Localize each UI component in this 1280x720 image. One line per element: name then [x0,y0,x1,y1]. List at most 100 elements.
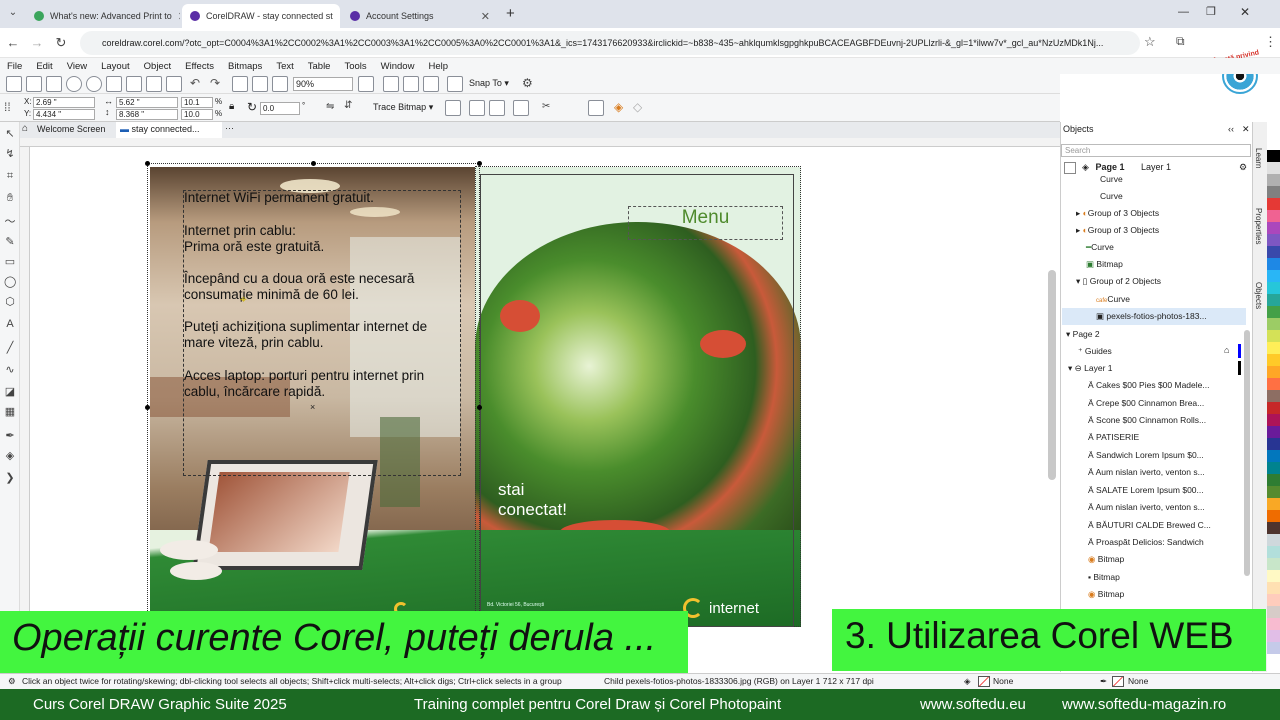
objects-scrollbar[interactable] [1244,330,1250,576]
palette-swatch[interactable] [1267,210,1280,222]
palette-swatch[interactable] [1267,174,1280,186]
palette-swatch[interactable] [1267,150,1280,162]
menu-object[interactable]: Object [137,61,178,72]
docker-tab-learn[interactable]: Learn [1254,148,1263,168]
palette-swatch[interactable] [1267,162,1280,174]
palette-swatch[interactable] [1267,438,1280,450]
palette-swatch[interactable] [1267,402,1280,414]
artistic-media-icon[interactable]: ✎ [4,236,16,248]
extensions-icon[interactable]: ⧉ [1176,34,1185,49]
object-curve[interactable]: ━Curve [1062,239,1246,256]
object-guides[interactable]: ⁺ Guides [1062,343,1246,360]
scrollbar-vertical[interactable] [1048,270,1056,480]
launcher-icon[interactable] [447,76,463,92]
zoom-level-select[interactable]: 90% [293,77,353,91]
layer-1-row[interactable]: ▾ ⊖ Layer 1 [1062,360,1246,377]
more-tabs-icon[interactable]: ··· [225,123,234,133]
rectangle-tool-icon[interactable]: ▭ [4,256,16,268]
palette-swatch[interactable] [1267,618,1280,630]
collapse-arrow-icon[interactable]: ▾ [1076,276,1080,286]
palette-swatch[interactable] [1267,282,1280,294]
edit-bitmap-icon[interactable] [489,100,505,116]
palette-swatch[interactable] [1267,342,1280,354]
palette-swatch[interactable] [1267,258,1280,270]
lock-ratio-icon[interactable]: 🔒︎ [229,101,234,112]
object-curve[interactable]: Curve [1062,171,1246,188]
freehand-tool-icon[interactable]: 〜 [4,216,16,228]
menu-window[interactable]: Window [374,61,422,72]
palette-swatch[interactable] [1267,318,1280,330]
menu-help[interactable]: Help [421,61,455,72]
object-group-3[interactable]: ▸ ◐Group of 3 Objects [1062,222,1246,239]
palette-swatch[interactable] [1267,138,1280,150]
scale-y-field[interactable]: 10.0 [181,109,213,120]
menu-dots-icon[interactable]: ⋮ [1264,34,1277,50]
palette-swatch[interactable] [1267,630,1280,642]
close-icon[interactable]: ✕ [1242,124,1250,135]
url-input[interactable]: coreldraw.corel.com/?otc_opt=C0004%3A1%2… [80,31,1140,55]
palette-swatch[interactable] [1267,606,1280,618]
close-icon[interactable]: ✕ [475,10,490,23]
palette-swatch[interactable] [1267,546,1280,558]
browser-tab-coreldraw[interactable]: CorelDRAW - stay connected st✕ [182,4,340,28]
menu-table[interactable]: Table [301,61,338,72]
expand-arrow-icon[interactable]: ▸ [1076,208,1080,218]
cut-icon[interactable] [126,76,142,92]
palette-swatch[interactable] [1267,414,1280,426]
palette-swatch[interactable] [1267,222,1280,234]
x-position-field[interactable]: 2.69 " [33,97,95,108]
export-icon[interactable] [252,76,268,92]
palette-swatch[interactable] [1267,450,1280,462]
palette-swatch[interactable] [1267,234,1280,246]
palette-swatch[interactable] [1267,378,1280,390]
cloud-upload-icon[interactable] [66,76,82,92]
pick-tool-icon[interactable]: ↖ [4,128,16,140]
object-text[interactable]: Ä PATISERIE [1062,429,1246,446]
object-text[interactable]: Ä Crepe $00 Cinnamon Brea... [1062,395,1246,412]
resample-icon[interactable] [469,100,485,116]
palette-swatch[interactable] [1267,186,1280,198]
palette-swatch[interactable] [1267,462,1280,474]
object-bitmap-pexels[interactable]: ▣ pexels-fotios-photos-183... [1062,308,1246,325]
object-text[interactable]: Ä Aum nislan iverto, venton s... [1062,499,1246,516]
shape-tool-icon[interactable]: ↯ [4,148,16,160]
objects-search-input[interactable]: Search [1061,144,1251,157]
palette-swatch[interactable] [1267,582,1280,594]
view-guides-icon[interactable] [423,76,439,92]
palette-swatch[interactable] [1267,486,1280,498]
reload-icon[interactable]: ↻ [52,34,70,52]
redo-icon[interactable]: ↷ [210,76,220,90]
save-icon[interactable] [46,76,62,92]
collapse-icon[interactable]: ‹‹ [1228,124,1234,134]
docker-tab-properties[interactable]: Properties [1254,208,1263,244]
palette-swatch[interactable] [1267,522,1280,534]
window-close-button[interactable]: ✕ [1240,5,1250,19]
palette-swatch[interactable] [1267,534,1280,546]
rotation-field[interactable]: 0.0 [260,102,300,115]
outline-indicator-icon[interactable]: ✒ [1100,674,1107,689]
pan-tool-icon[interactable]: ✋︎ [4,192,16,204]
object-curve[interactable]: Curve [1062,188,1246,205]
palette-swatch[interactable] [1267,294,1280,306]
bitmap-color-mask-icon[interactable] [513,100,529,116]
tab-welcome-screen[interactable]: Welcome Screen [37,124,105,134]
menu-layout[interactable]: Layout [94,61,137,72]
tab-search-button[interactable]: ⌄ [6,7,20,21]
palette-swatch[interactable] [1267,510,1280,522]
menu-view[interactable]: View [60,61,94,72]
height-field[interactable]: 8.368 " [116,109,178,120]
quick-customize-icon[interactable] [588,100,604,116]
object-text[interactable]: Ä SALATE Lorem Ipsum $00... [1062,482,1246,499]
mirror-vertical-icon[interactable]: ⇵ [344,100,352,111]
collapse-arrow-icon[interactable]: ▾ [1066,329,1070,339]
palette-swatch[interactable] [1267,390,1280,402]
fill-tool-icon[interactable]: ◈ [4,450,16,462]
selection-handle[interactable] [145,405,150,410]
import-icon[interactable] [232,76,248,92]
selection-handle[interactable] [477,161,482,166]
object-group-3[interactable]: ▸ ◐Group of 3 Objects [1062,205,1246,222]
object-text[interactable]: Ä Aum nislan iverto, venton s... [1062,464,1246,481]
palette-swatch[interactable] [1267,270,1280,282]
origin-icon[interactable]: ⁞⁞ [4,100,11,114]
selection-handle[interactable] [311,161,316,166]
